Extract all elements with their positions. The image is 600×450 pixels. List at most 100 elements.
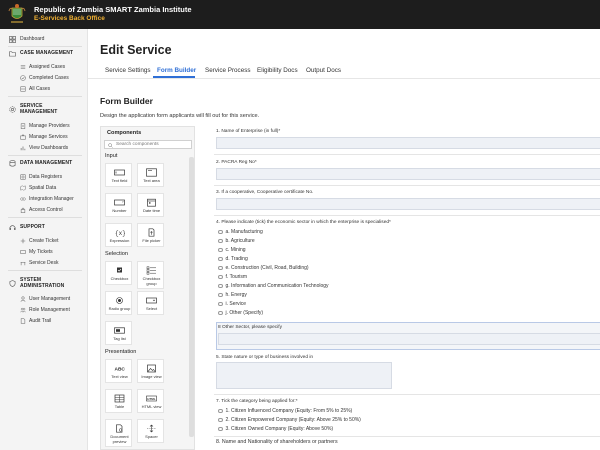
search-icon <box>108 142 113 148</box>
radio-button[interactable] <box>218 417 223 423</box>
radio-option[interactable]: i. Service <box>218 301 246 307</box>
sidebar-item-audit-trail[interactable]: Audit Trail <box>20 316 51 326</box>
tab-service-process[interactable]: Service Process <box>205 67 251 74</box>
radio-button[interactable] <box>218 229 223 235</box>
field-divider <box>214 394 600 395</box>
radio-button[interactable] <box>218 426 223 432</box>
radio-button[interactable] <box>218 238 223 244</box>
sidebar-section-case-management[interactable]: CASE MANAGEMENT <box>9 48 73 58</box>
link-icon <box>20 197 26 201</box>
component-expression[interactable]: {x} Expression <box>105 223 132 247</box>
component-select[interactable]: Select <box>137 291 164 315</box>
business-nature-textarea[interactable] <box>216 362 392 389</box>
cooperative-cert-field[interactable] <box>216 198 600 210</box>
radio-option[interactable]: 3. Citizen Owned Company (Equity: Above … <box>218 426 333 432</box>
component-document-preview[interactable]: Document preview <box>105 419 132 447</box>
components-scrollbar[interactable] <box>189 157 194 437</box>
radio-button[interactable] <box>218 310 223 316</box>
component-tag-list[interactable]: Tag list <box>105 321 132 345</box>
radio-option[interactable]: f. Tourism <box>218 274 247 280</box>
radio-option[interactable]: a. Manufacturing <box>218 229 263 235</box>
enterprise-name-field[interactable] <box>216 137 600 149</box>
component-image-view[interactable]: Image view <box>137 359 164 383</box>
other-sector-question-selected[interactable]: 8 Other Sector, please specify <box>216 322 600 350</box>
sidebar-item-service-desk[interactable]: Service Desk <box>20 258 58 268</box>
field-divider <box>214 154 600 155</box>
document-preview-icon <box>116 424 123 433</box>
expression-icon: {x} <box>115 230 125 237</box>
table-icon <box>114 394 125 403</box>
component-spacer[interactable]: Spacer <box>137 419 164 443</box>
tab-form-builder[interactable]: Form Builder <box>157 67 196 74</box>
sidebar-item-manage-services[interactable]: Manage Services <box>20 132 68 142</box>
radio-option[interactable]: g. Information and Communication Technol… <box>218 283 329 289</box>
briefcase-icon <box>20 134 26 140</box>
pacra-reg-field[interactable] <box>216 168 600 180</box>
tab-output-docs[interactable]: Output Docs <box>306 67 341 74</box>
sidebar-item-view-dashboards[interactable]: View Dashboards <box>20 143 68 153</box>
radio-button[interactable] <box>218 408 223 414</box>
select-icon <box>146 297 157 304</box>
form-canvas: 1. Name of Enterprise (in full)* 2. PACR… <box>214 126 600 450</box>
sidebar-section-data-management[interactable]: DATA MANAGEMENT <box>9 158 72 168</box>
components-search-input[interactable]: Search components <box>104 140 192 149</box>
component-number[interactable]: Number <box>105 193 132 217</box>
sidebar-item-create-ticket[interactable]: Create Ticket <box>20 236 58 246</box>
radio-option[interactable]: d. Trading <box>218 256 248 262</box>
component-html-view[interactable]: HTML HTML view <box>137 389 164 413</box>
sidebar-item-spatial-data[interactable]: Spatial Data <box>20 183 56 193</box>
sidebar-section-support[interactable]: SUPPORT <box>9 222 45 232</box>
sidebar-item-dashboard[interactable]: Dashboard <box>9 34 44 44</box>
sidebar-item-role-management[interactable]: Role Management <box>20 305 70 315</box>
stack-icon <box>20 86 26 92</box>
radio-option[interactable]: 2. Citizen Empowered Company (Equity: Ab… <box>218 417 361 423</box>
component-radio-group[interactable]: Radio group <box>105 291 132 315</box>
sidebar-section-service-management[interactable]: SERVICE MANAGEMENT <box>9 102 57 116</box>
sidebar-item-all-cases[interactable]: All Cases <box>20 84 50 94</box>
radio-group-icon <box>116 297 123 304</box>
sidebar-divider <box>8 217 82 218</box>
component-checkbox-group[interactable]: Checkbox group <box>137 261 164 289</box>
tab-eligibility-docs[interactable]: Eligibility Docs <box>257 67 298 74</box>
radio-button[interactable] <box>218 301 223 307</box>
sidebar-item-integration-manager[interactable]: Integration Manager <box>20 194 74 204</box>
component-table[interactable]: Table <box>105 389 132 413</box>
question-label: 2. PACRA Reg No* <box>216 160 257 165</box>
sidebar-item-completed-cases[interactable]: Completed Cases <box>20 73 69 83</box>
document-icon <box>20 318 26 324</box>
sidebar-item-access-control[interactable]: Access Control <box>20 205 63 215</box>
sidebar-item-assigned-cases[interactable]: Assigned Cases <box>20 62 65 72</box>
spacer-icon <box>147 424 156 433</box>
component-text-area[interactable]: Text area <box>137 163 164 187</box>
radio-option[interactable]: 1. Citizen Influenced Company (Equity: F… <box>218 408 352 414</box>
components-section-selection: Selection <box>105 251 129 257</box>
sidebar-item-manage-providers[interactable]: Manage Providers <box>20 121 70 131</box>
grid-icon <box>20 174 26 180</box>
radio-button[interactable] <box>218 283 223 289</box>
radio-button[interactable] <box>218 256 223 262</box>
radio-button[interactable] <box>218 247 223 253</box>
radio-option[interactable]: e. Construction (Civil, Road, Building) <box>218 265 309 271</box>
radio-button[interactable] <box>218 274 223 280</box>
tab-service-settings[interactable]: Service Settings <box>105 67 151 74</box>
component-text-field[interactable]: Text field <box>105 163 132 187</box>
radio-button[interactable] <box>218 292 223 298</box>
sidebar-section-system-administration[interactable]: SYSTEM ADMINISTRATION <box>9 276 64 290</box>
database-icon <box>9 159 16 167</box>
radio-button[interactable] <box>218 265 223 271</box>
svg-text:ABC: ABC <box>115 367 126 373</box>
component-file-picker[interactable]: File picker <box>137 223 164 247</box>
users-icon <box>20 307 26 313</box>
sidebar-item-user-management[interactable]: User Management <box>20 294 70 304</box>
sidebar-item-my-tickets[interactable]: My Tickets <box>20 247 53 257</box>
component-checkbox[interactable]: Checkbox <box>105 261 132 285</box>
component-text-view[interactable]: ABC Text view <box>105 359 132 383</box>
radio-option[interactable]: h. Energy <box>218 292 247 298</box>
radio-option[interactable]: b. Agriculture <box>218 238 255 244</box>
radio-option[interactable]: j. Other (Specify) <box>218 310 263 316</box>
other-sector-field[interactable] <box>218 333 600 345</box>
radio-option[interactable]: c. Mining <box>218 247 246 253</box>
sidebar-item-data-registers[interactable]: Data Registers <box>20 172 62 182</box>
component-date-time[interactable]: Date time <box>137 193 164 217</box>
desk-icon <box>20 261 26 266</box>
